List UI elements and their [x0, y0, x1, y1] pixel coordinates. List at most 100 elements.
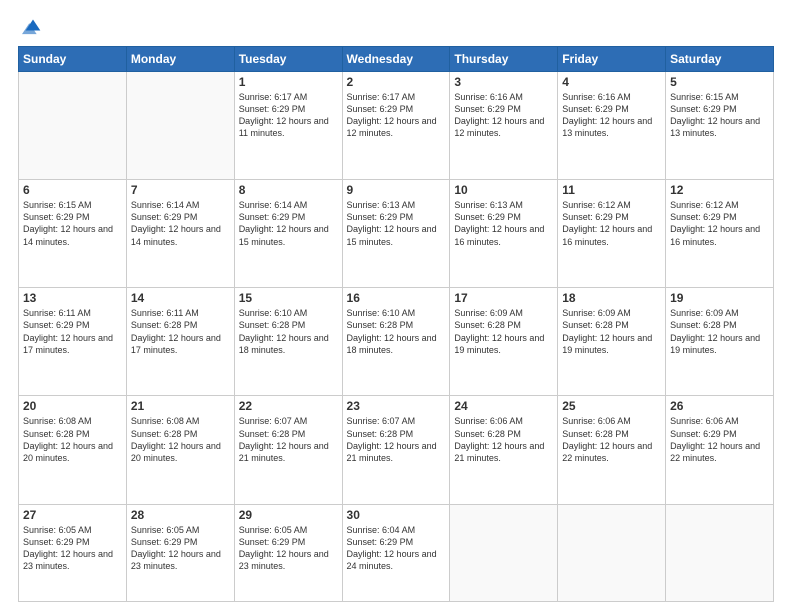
day-cell: 10 Sunrise: 6:13 AM Sunset: 6:29 PM Dayli… — [450, 180, 558, 288]
col-header-sunday: Sunday — [19, 47, 127, 72]
day-number: 2 — [347, 75, 446, 89]
day-info: Sunrise: 6:11 AM Sunset: 6:28 PM Dayligh… — [131, 307, 230, 356]
day-cell: 29Sunrise: 6:05 AM Sunset: 6:29 PM Dayli… — [234, 504, 342, 601]
day-cell: 28 Sunrise: 6:05 AM Sunset: 6:29 PM Dayli… — [126, 504, 234, 601]
day-info: Sunrise: 6:06 AM Sunset: 6:28 PM Dayligh… — [562, 415, 661, 464]
day-number: 18 — [562, 291, 661, 305]
logo-icon — [22, 14, 44, 36]
day-cell: 18 Sunrise: 6:09 AM Sunset: 6:28 PM Dayli… — [558, 288, 666, 396]
day-cell: 1 Sunrise: 6:17 AM Sunset: 6:29 PM Daylig… — [234, 72, 342, 180]
day-cell: 23 Sunrise: 6:07 AM Sunset: 6:28 PM Dayli… — [342, 396, 450, 504]
day-number: 15 — [239, 291, 338, 305]
col-header-monday: Monday — [126, 47, 234, 72]
day-cell: 11 Sunrise: 6:12 AM Sunset: 6:29 PM Dayli… — [558, 180, 666, 288]
day-number: 7 — [131, 183, 230, 197]
col-header-tuesday: Tuesday — [234, 47, 342, 72]
day-cell — [450, 504, 558, 601]
day-info: Sunrise: 6:14 AM Sunset: 6:29 PM Dayligh… — [239, 199, 338, 248]
day-number: 25 — [562, 399, 661, 413]
day-info: Sunrise: 6:06 AM Sunset: 6:28 PM Dayligh… — [454, 415, 553, 464]
day-number: 21 — [131, 399, 230, 413]
day-cell: 8 Sunrise: 6:14 AM Sunset: 6:29 PM Daylig… — [234, 180, 342, 288]
day-cell — [558, 504, 666, 601]
week-row-5: 27 Sunrise: 6:05 AM Sunset: 6:29 PM Dayli… — [19, 504, 774, 601]
day-info: Sunrise: 6:04 AM Sunset: 6:29 PM Dayligh… — [347, 524, 446, 573]
day-cell: 9 Sunrise: 6:13 AM Sunset: 6:29 PM Daylig… — [342, 180, 450, 288]
day-info: Sunrise: 6:07 AM Sunset: 6:28 PM Dayligh… — [347, 415, 446, 464]
header — [18, 18, 774, 36]
day-info: Sunrise: 6:13 AM Sunset: 6:29 PM Dayligh… — [454, 199, 553, 248]
day-number: 17 — [454, 291, 553, 305]
day-info: Sunrise: 6:08 AM Sunset: 6:28 PM Dayligh… — [23, 415, 122, 464]
col-header-saturday: Saturday — [666, 47, 774, 72]
day-cell: 16 Sunrise: 6:10 AM Sunset: 6:28 PM Dayli… — [342, 288, 450, 396]
day-number: 12 — [670, 183, 769, 197]
col-header-thursday: Thursday — [450, 47, 558, 72]
col-header-wednesday: Wednesday — [342, 47, 450, 72]
day-cell: 30 Sunrise: 6:04 AM Sunset: 6:29 PM Dayli… — [342, 504, 450, 601]
calendar-table: SundayMondayTuesdayWednesdayThursdayFrid… — [18, 46, 774, 602]
day-info: Sunrise: 6:15 AM Sunset: 6:29 PM Dayligh… — [23, 199, 122, 248]
day-info: Sunrise: 6:16 AM Sunset: 6:29 PM Dayligh… — [454, 91, 553, 140]
day-info: Sunrise: 6:12 AM Sunset: 6:29 PM Dayligh… — [670, 199, 769, 248]
day-info: Sunrise: 6:16 AM Sunset: 6:29 PM Dayligh… — [562, 91, 661, 140]
day-cell: 5 Sunrise: 6:15 AM Sunset: 6:29 PM Daylig… — [666, 72, 774, 180]
day-number: 30 — [347, 508, 446, 522]
day-number: 23 — [347, 399, 446, 413]
day-number: 5 — [670, 75, 769, 89]
day-number: 10 — [454, 183, 553, 197]
day-cell: 12 Sunrise: 6:12 AM Sunset: 6:29 PM Dayli… — [666, 180, 774, 288]
day-number: 20 — [23, 399, 122, 413]
day-number: 13 — [23, 291, 122, 305]
day-cell: 19 Sunrise: 6:09 AM Sunset: 6:28 PM Dayli… — [666, 288, 774, 396]
day-info: Sunrise: 6:17 AM Sunset: 6:29 PM Dayligh… — [347, 91, 446, 140]
day-cell: 3 Sunrise: 6:16 AM Sunset: 6:29 PM Daylig… — [450, 72, 558, 180]
day-info: Sunrise: 6:06 AM Sunset: 6:29 PM Dayligh… — [670, 415, 769, 464]
day-info: Sunrise: 6:05 AM Sunset: 6:29 PM Dayligh… — [131, 524, 230, 573]
day-number: 8 — [239, 183, 338, 197]
day-cell: 4 Sunrise: 6:16 AM Sunset: 6:29 PM Daylig… — [558, 72, 666, 180]
page: SundayMondayTuesdayWednesdayThursdayFrid… — [0, 0, 792, 612]
day-number: 9 — [347, 183, 446, 197]
day-number: 1 — [239, 75, 338, 89]
day-cell: 7 Sunrise: 6:14 AM Sunset: 6:29 PM Daylig… — [126, 180, 234, 288]
week-row-2: 6 Sunrise: 6:15 AM Sunset: 6:29 PM Daylig… — [19, 180, 774, 288]
day-cell — [126, 72, 234, 180]
day-cell: 25 Sunrise: 6:06 AM Sunset: 6:28 PM Dayli… — [558, 396, 666, 504]
day-cell — [19, 72, 127, 180]
day-info: Sunrise: 6:09 AM Sunset: 6:28 PM Dayligh… — [454, 307, 553, 356]
day-info: Sunrise: 6:09 AM Sunset: 6:28 PM Dayligh… — [562, 307, 661, 356]
day-cell: 27 Sunrise: 6:05 AM Sunset: 6:29 PM Dayli… — [19, 504, 127, 601]
day-cell: 17 Sunrise: 6:09 AM Sunset: 6:28 PM Dayli… — [450, 288, 558, 396]
day-info: Sunrise: 6:17 AM Sunset: 6:29 PM Dayligh… — [239, 91, 338, 140]
day-cell: 20 Sunrise: 6:08 AM Sunset: 6:28 PM Dayli… — [19, 396, 127, 504]
day-info: Sunrise: 6:10 AM Sunset: 6:28 PM Dayligh… — [347, 307, 446, 356]
day-number: 4 — [562, 75, 661, 89]
day-number: 27 — [23, 508, 122, 522]
day-info: Sunrise: 6:12 AM Sunset: 6:29 PM Dayligh… — [562, 199, 661, 248]
day-number: 11 — [562, 183, 661, 197]
day-number: 26 — [670, 399, 769, 413]
day-number: 19 — [670, 291, 769, 305]
week-row-4: 20 Sunrise: 6:08 AM Sunset: 6:28 PM Dayli… — [19, 396, 774, 504]
day-info: Sunrise: 6:14 AM Sunset: 6:29 PM Dayligh… — [131, 199, 230, 248]
day-info: Sunrise: 6:10 AM Sunset: 6:28 PM Dayligh… — [239, 307, 338, 356]
day-info: Sunrise: 6:15 AM Sunset: 6:29 PM Dayligh… — [670, 91, 769, 140]
day-cell: 13Sunrise: 6:11 AM Sunset: 6:29 PM Dayli… — [19, 288, 127, 396]
day-info: Sunrise: 6:13 AM Sunset: 6:29 PM Dayligh… — [347, 199, 446, 248]
day-number: 29 — [239, 508, 338, 522]
day-number: 16 — [347, 291, 446, 305]
day-cell: 24 Sunrise: 6:06 AM Sunset: 6:28 PM Dayli… — [450, 396, 558, 504]
day-info: Sunrise: 6:05 AM Sunset: 6:29 PM Dayligh… — [23, 524, 122, 573]
day-number: 14 — [131, 291, 230, 305]
day-info: Sunrise: 6:09 AM Sunset: 6:28 PM Dayligh… — [670, 307, 769, 356]
week-row-1: 1 Sunrise: 6:17 AM Sunset: 6:29 PM Daylig… — [19, 72, 774, 180]
day-number: 6 — [23, 183, 122, 197]
day-number: 22 — [239, 399, 338, 413]
day-number: 28 — [131, 508, 230, 522]
day-number: 3 — [454, 75, 553, 89]
day-info: Sunrise: 6:08 AM Sunset: 6:28 PM Dayligh… — [131, 415, 230, 464]
day-number: 24 — [454, 399, 553, 413]
day-cell — [666, 504, 774, 601]
day-cell: 22Sunrise: 6:07 AM Sunset: 6:28 PM Dayli… — [234, 396, 342, 504]
